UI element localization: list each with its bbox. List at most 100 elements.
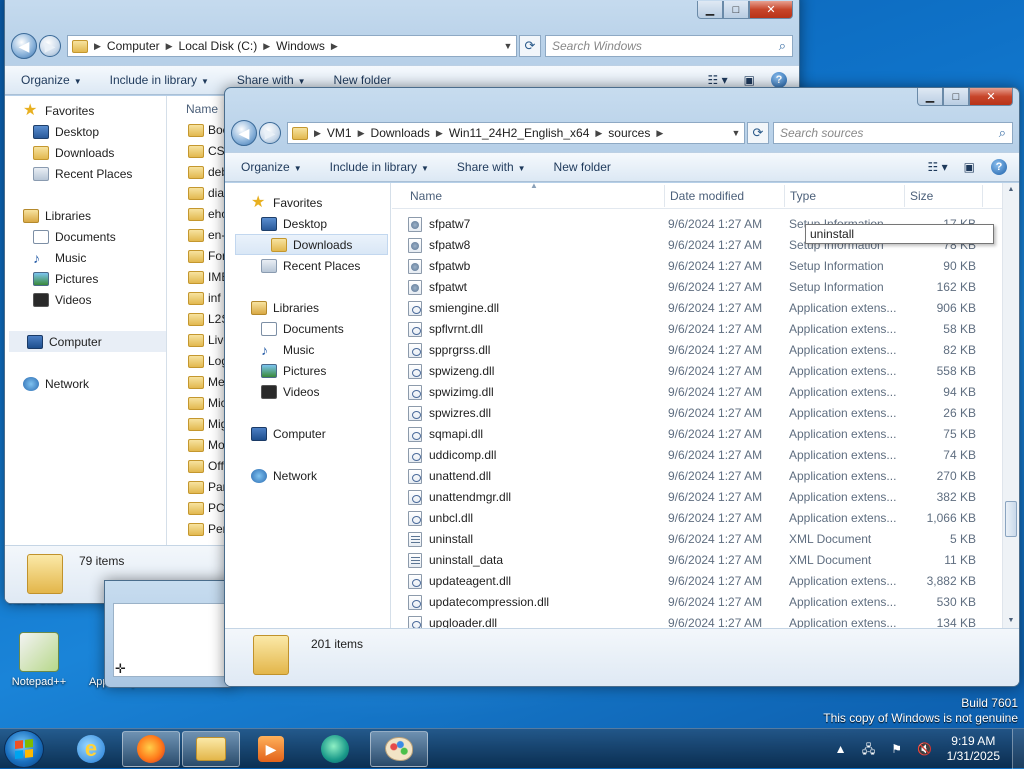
forward-button[interactable]: ▶ [39, 35, 61, 57]
file-row[interactable]: unbcl.dll 9/6/2024 1:27 AM Application ext… [402, 508, 992, 529]
nav-desktop[interactable]: Desktop [225, 213, 390, 234]
nav-recent-places[interactable]: Recent Places [225, 255, 390, 276]
nav-pictures[interactable]: Pictures [5, 268, 166, 289]
folder-row[interactable]: en- [168, 225, 228, 246]
taskbar-app[interactable] [306, 731, 364, 767]
show-hidden-icons-chevron-icon[interactable]: ▲ [833, 742, 849, 756]
nav-libraries[interactable]: Libraries [5, 205, 166, 226]
folder-row[interactable]: Log [168, 351, 228, 372]
nav-network[interactable]: Network [225, 465, 390, 486]
taskbar-firefox[interactable] [122, 731, 180, 767]
new-folder-button[interactable]: New folder [554, 160, 611, 174]
organize-button[interactable]: Organize ▼ [241, 160, 302, 174]
nav-pictures[interactable]: Pictures [225, 360, 390, 381]
breadcrumb-win11-iso[interactable]: Win11_24H2_English_x64 [449, 126, 590, 140]
breadcrumb-vm1[interactable]: VM1 [327, 126, 352, 140]
nav-desktop[interactable]: Desktop [5, 121, 166, 142]
folder-row[interactable]: Par [168, 477, 228, 498]
taskbar-media-player[interactable]: ▶ [242, 731, 300, 767]
include-in-library-button[interactable]: Include in library ▼ [110, 73, 209, 87]
file-row[interactable]: sfpatwb 9/6/2024 1:27 AM Setup Information… [402, 256, 992, 277]
scroll-down-arrow[interactable]: ▼ [1005, 614, 1017, 628]
minimize-button[interactable]: ▁ [917, 88, 943, 106]
folder-row[interactable]: deb [168, 162, 228, 183]
include-in-library-button[interactable]: Include in library ▼ [330, 160, 429, 174]
breadcrumb-computer[interactable]: Computer [107, 39, 160, 53]
folder-row[interactable]: Offl [168, 456, 228, 477]
file-row[interactable]: unattendmgr.dll 9/6/2024 1:27 AM Applicati… [402, 487, 992, 508]
network-icon[interactable]: 🖧 [861, 742, 877, 756]
column-header-name[interactable]: Name [410, 189, 442, 203]
back-button[interactable]: ◀ [11, 33, 37, 59]
vertical-scrollbar[interactable]: ▲ ▼ [1002, 183, 1019, 628]
folder-row[interactable]: PCF [168, 498, 232, 519]
folder-row[interactable]: diag [168, 183, 231, 204]
nav-favorites[interactable]: ★ Favorites [5, 100, 166, 121]
nav-documents[interactable]: Documents [225, 318, 390, 339]
folder-row[interactable]: Boo [168, 120, 229, 141]
column-header-date[interactable]: Date modified [670, 189, 744, 203]
close-button[interactable]: ✕ [749, 1, 793, 19]
forward-button[interactable]: ▶ [259, 122, 281, 144]
move-icon[interactable]: ✛ [115, 661, 126, 677]
folder-row[interactable]: eho [168, 204, 228, 225]
taskbar-ie[interactable]: e [62, 731, 120, 767]
folder-row[interactable]: inf [168, 288, 228, 309]
preview-pane-icon[interactable]: ▣ [964, 160, 975, 174]
clock[interactable]: 9:19 AM 1/31/2025 [947, 734, 1000, 764]
folder-row[interactable]: CSC [168, 141, 233, 162]
show-desktop-button[interactable] [1012, 729, 1024, 769]
explorer-window-sources[interactable]: ▁ □ ✕ ◀ ▶ ▶ VM1 ▶ Downloads ▶ Win11_24H2… [224, 87, 1020, 687]
nav-videos[interactable]: Videos [5, 289, 166, 310]
folder-row[interactable]: L2S [168, 309, 229, 330]
nav-network[interactable]: Network [5, 373, 166, 394]
folder-row[interactable]: Mic [168, 393, 228, 414]
chevron-down-icon[interactable]: ▼ [500, 41, 516, 51]
nav-recent-places[interactable]: Recent Places [5, 163, 166, 184]
nav-downloads[interactable]: Downloads [5, 142, 166, 163]
address-bar[interactable]: ▶ VM1 ▶ Downloads ▶ Win11_24H2_English_x… [287, 122, 745, 144]
file-row[interactable]: updateagent.dll 9/6/2024 1:27 AM Applicati… [402, 571, 992, 592]
maximize-button[interactable]: □ [943, 88, 969, 106]
back-button[interactable]: ◀ [231, 120, 257, 146]
chevron-down-icon[interactable]: ▼ [728, 128, 744, 138]
nav-favorites[interactable]: ★ Favorites [225, 192, 390, 213]
nav-music[interactable]: ♪ Music [225, 339, 390, 360]
nav-music[interactable]: ♪ Music [5, 247, 166, 268]
refresh-button[interactable]: ⟳ [747, 122, 769, 144]
folder-row[interactable]: IME [168, 267, 229, 288]
scroll-up-arrow[interactable]: ▲ [1005, 183, 1017, 197]
minimize-button[interactable]: ▁ [697, 1, 723, 19]
breadcrumb-downloads[interactable]: Downloads [371, 126, 430, 140]
breadcrumb-local-disk[interactable]: Local Disk (C:) [179, 39, 258, 53]
folder-row[interactable]: Mig [168, 414, 228, 435]
volume-muted-icon[interactable]: 🔇 [917, 742, 933, 756]
help-icon[interactable]: ? [771, 72, 787, 88]
nav-downloads[interactable]: Downloads [235, 234, 388, 255]
file-row[interactable]: smiengine.dll 9/6/2024 1:27 AM Application… [402, 298, 992, 319]
breadcrumb-windows[interactable]: Windows [276, 39, 325, 53]
column-header-type[interactable]: Type [790, 189, 816, 203]
file-row[interactable]: uninstall_data 9/6/2024 1:27 AM XML Docume… [402, 550, 992, 571]
new-folder-button[interactable]: New folder [334, 73, 391, 87]
organize-button[interactable]: Organize ▼ [21, 73, 82, 87]
nav-videos[interactable]: Videos [225, 381, 390, 402]
help-icon[interactable]: ? [991, 159, 1007, 175]
start-button[interactable] [4, 730, 44, 768]
folder-row[interactable]: Me [168, 372, 228, 393]
share-with-button[interactable]: Share with ▼ [237, 73, 306, 87]
file-row[interactable]: uddicomp.dll 9/6/2024 1:27 AM Application … [402, 445, 992, 466]
file-row[interactable]: spprgrss.dll 9/6/2024 1:27 AM Application … [402, 340, 992, 361]
folder-row[interactable]: Per [168, 519, 228, 540]
file-row[interactable]: spwizeng.dll 9/6/2024 1:27 AM Application … [402, 361, 992, 382]
scrollbar-thumb[interactable] [1005, 501, 1017, 537]
nav-documents[interactable]: Documents [5, 226, 166, 247]
desktop-icon-notepadpp[interactable]: Notepad++ [0, 632, 78, 688]
file-row[interactable]: spwizimg.dll 9/6/2024 1:27 AM Application … [402, 382, 992, 403]
search-icon[interactable]: ⌕ [999, 125, 1006, 141]
file-row[interactable]: spflvrnt.dll 9/6/2024 1:27 AM Application … [402, 319, 992, 340]
address-bar[interactable]: ▶ Computer ▶ Local Disk (C:) ▶ Windows ▶… [67, 35, 517, 57]
views-icon[interactable]: ☷ ▾ [708, 73, 728, 87]
file-row[interactable]: uninstall 9/6/2024 1:27 AM XML Document 5 K… [402, 529, 992, 550]
nav-libraries[interactable]: Libraries [225, 297, 390, 318]
